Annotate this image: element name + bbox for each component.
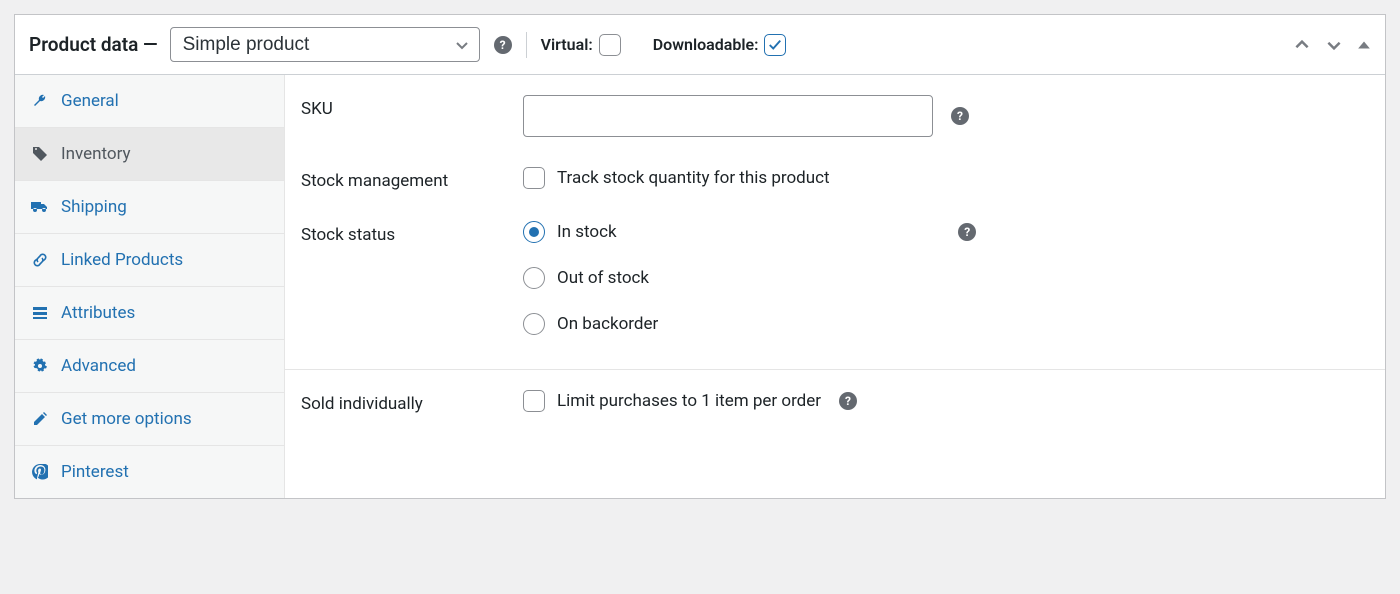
stock-status-instock[interactable]: In stock <box>523 221 658 243</box>
tab-general[interactable]: General <box>15 75 284 128</box>
truck-icon <box>31 199 49 215</box>
product-data-panel: Product data — Simple product ? Virtual:… <box>14 14 1386 499</box>
panel-collapse[interactable] <box>1357 38 1371 52</box>
stock-status-label: Stock status <box>301 221 523 245</box>
tag-icon <box>31 146 49 162</box>
radio-label: On backorder <box>557 314 658 334</box>
downloadable-checkbox[interactable] <box>764 34 786 56</box>
help-icon[interactable]: ? <box>958 223 976 241</box>
track-stock-option[interactable]: Track stock quantity for this product <box>523 167 830 189</box>
tab-advanced[interactable]: Advanced <box>15 340 284 393</box>
virtual-checkbox[interactable] <box>599 34 621 56</box>
stock-status-radiogroup: In stock Out of stock On backorder <box>523 221 658 335</box>
virtual-label: Virtual: <box>541 35 593 54</box>
radio-label: Out of stock <box>557 268 649 288</box>
pinterest-icon <box>31 464 49 480</box>
track-stock-checkbox[interactable] <box>523 167 545 189</box>
sold-individually-label: Sold individually <box>301 390 523 414</box>
track-stock-label: Track stock quantity for this product <box>557 168 830 188</box>
stock-status-onbackorder[interactable]: On backorder <box>523 313 658 335</box>
sku-label: SKU <box>301 95 523 119</box>
divider <box>526 32 527 58</box>
tab-label: General <box>61 91 119 111</box>
stock-status-outofstock[interactable]: Out of stock <box>523 267 658 289</box>
help-icon[interactable]: ? <box>494 36 512 54</box>
help-icon[interactable]: ? <box>839 392 857 410</box>
tab-content-inventory: SKU ? Stock management Track stock quant… <box>285 75 1385 498</box>
radio-outofstock[interactable] <box>523 267 545 289</box>
tab-linked-products[interactable]: Linked Products <box>15 234 284 287</box>
help-icon[interactable]: ? <box>951 107 969 125</box>
tab-pinterest[interactable]: Pinterest <box>15 446 284 498</box>
gear-icon <box>31 358 49 374</box>
row-stock-management: Stock management Track stock quantity fo… <box>285 157 1385 211</box>
downloadable-label: Downloadable: <box>653 35 759 54</box>
tab-inventory[interactable]: Inventory <box>15 128 284 181</box>
radio-onbackorder[interactable] <box>523 313 545 335</box>
tab-shipping[interactable]: Shipping <box>15 181 284 234</box>
tab-label: Inventory <box>61 144 131 164</box>
panel-body: General Inventory Shipping Linked Produc… <box>15 75 1385 498</box>
tab-label: Attributes <box>61 303 135 323</box>
panel-order-up[interactable] <box>1293 36 1311 54</box>
downloadable-option: Downloadable: <box>653 34 787 56</box>
panel-order-down[interactable] <box>1325 36 1343 54</box>
stock-management-label: Stock management <box>301 167 523 191</box>
tab-get-more-options[interactable]: Get more options <box>15 393 284 446</box>
virtual-option: Virtual: <box>541 34 621 56</box>
panel-title-row: Product data — Simple product <box>29 27 480 62</box>
tabs: General Inventory Shipping Linked Produc… <box>15 75 285 498</box>
wrench-icon <box>31 93 49 109</box>
sold-individually-option[interactable]: Limit purchases to 1 item per order <box>523 390 821 412</box>
tab-label: Shipping <box>61 197 127 217</box>
radio-label: In stock <box>557 222 617 242</box>
product-type-select-wrap: Simple product <box>170 27 480 62</box>
row-sku: SKU ? <box>285 75 1385 157</box>
product-type-select[interactable]: Simple product <box>170 27 480 62</box>
tab-label: Advanced <box>61 356 136 376</box>
tab-attributes[interactable]: Attributes <box>15 287 284 340</box>
tab-label: Linked Products <box>61 250 183 270</box>
panel-toggles <box>1293 36 1371 54</box>
sold-individually-checkbox[interactable] <box>523 390 545 412</box>
pencil-icon <box>31 411 49 427</box>
tab-label: Pinterest <box>61 462 129 482</box>
sold-individually-text: Limit purchases to 1 item per order <box>557 391 821 411</box>
sku-input[interactable] <box>523 95 933 137</box>
radio-instock[interactable] <box>523 221 545 243</box>
list-icon <box>31 305 49 321</box>
row-stock-status: Stock status In stock Out of stock <box>285 211 1385 355</box>
link-icon <box>31 252 49 268</box>
panel-title: Product data — <box>29 33 158 56</box>
row-sold-individually: Sold individually Limit purchases to 1 i… <box>285 370 1385 434</box>
tab-label: Get more options <box>61 409 192 429</box>
panel-header: Product data — Simple product ? Virtual:… <box>15 15 1385 75</box>
